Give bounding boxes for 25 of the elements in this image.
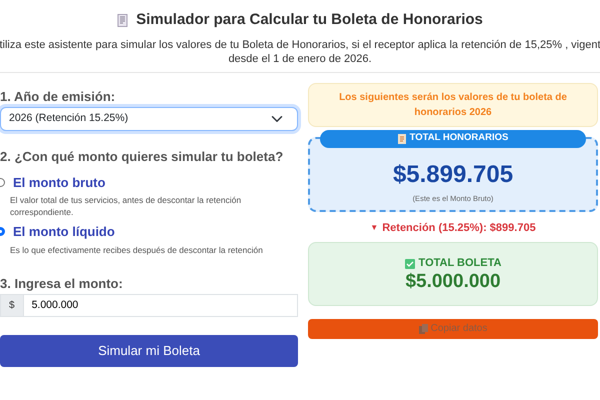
option-description: El valor total de tus servicios, antes de descontar la retención correspondiente.: [10, 194, 242, 218]
intro-text: desde el 1 de enero de 2026.: [228, 52, 372, 66]
option-description: Es lo que efectivamente recibes después de descontar la retención: [10, 244, 264, 256]
intro-text: tiliza este asistente para simular los valores de tu Boleta de Honorarios, si el receptor aplica la retención de 15,25% , vigent: [0, 38, 600, 52]
receipt-icon: [117, 14, 128, 27]
document-icon: [398, 134, 406, 144]
checkmark-icon: [404, 258, 415, 268]
option-title[interactable]: El monto líquido: [13, 222, 115, 242]
simulate-button[interactable]: Simular mi Boleta: [0, 334, 298, 366]
year-select[interactable]: 2026 (Retención 15.25%): [0, 106, 298, 130]
currency-prefix: $: [0, 294, 24, 316]
field-label: 1. Año de emisión:: [0, 88, 116, 104]
option-title[interactable]: El monto bruto: [13, 172, 106, 192]
page-title: Simulador para Calcular tu Boleta de Honorarios: [136, 10, 483, 30]
boleta-title: TOTAL BOLETA: [418, 256, 502, 272]
honorarios-header: TOTAL HONORARIOS: [320, 130, 586, 148]
field-label: 3. Ingresa el monto:: [0, 276, 124, 292]
amount-field[interactable]: 5.000.000: [24, 294, 298, 316]
honorarios-amount: $5.899.705: [392, 160, 514, 190]
boleta-amount: $5.000.000: [404, 272, 502, 293]
retention-amount: Retención (15.25%): $899.705: [382, 220, 536, 236]
field-label: 2. ¿Con qué monto quieres simular tu boleta?: [0, 148, 284, 164]
down-triangle-icon: ▼: [370, 222, 378, 234]
clipboard-icon: [418, 324, 428, 334]
notice-banner: Los siguientes serán los valores de tu boleta de honorarios 2026: [308, 82, 598, 126]
